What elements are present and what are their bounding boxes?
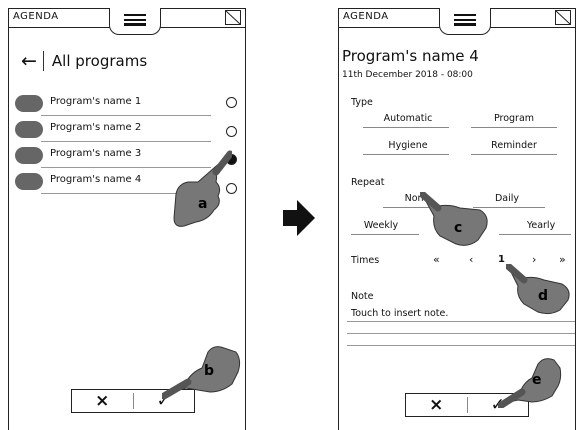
program-label: Program's name 3 <box>50 148 142 159</box>
menu-tab[interactable] <box>439 8 491 35</box>
repeat-option[interactable]: Daily <box>487 193 527 204</box>
program-radio[interactable] <box>226 126 237 137</box>
option-underline <box>351 234 419 235</box>
repeat-option[interactable]: Yearly <box>519 220 563 231</box>
type-option[interactable]: Hygiene <box>379 140 437 151</box>
note-input[interactable]: Touch to insert note. <box>351 308 448 319</box>
header-divider <box>42 51 44 71</box>
hamburger-icon[interactable] <box>454 14 476 26</box>
program-pill-icon <box>15 147 43 164</box>
hamburger-icon[interactable] <box>124 14 146 26</box>
type-option[interactable]: Reminder <box>481 140 547 151</box>
option-underline <box>363 127 449 128</box>
app-title: AGENDA <box>343 11 389 22</box>
pointing-hand-icon: b <box>160 342 242 406</box>
program-pill-icon <box>15 121 43 138</box>
times-value: 1 <box>498 254 505 265</box>
pointing-hand-icon: c <box>418 190 490 252</box>
program-row[interactable]: Program's name 2 <box>15 119 241 142</box>
option-underline <box>471 154 557 155</box>
option-underline <box>471 127 557 128</box>
option-underline <box>499 234 571 235</box>
back-arrow-icon[interactable]: ← <box>21 52 37 71</box>
pointing-hand-icon: a <box>170 148 234 234</box>
app-title: AGENDA <box>13 11 59 22</box>
row-divider <box>41 115 211 116</box>
menu-tab[interactable] <box>109 8 161 35</box>
repeat-option[interactable]: Weekly <box>359 220 403 231</box>
page-corner-icon <box>555 10 571 25</box>
note-line <box>347 321 575 322</box>
program-radio[interactable] <box>226 97 237 108</box>
page-corner-icon <box>225 10 241 25</box>
cancel-button[interactable]: × <box>72 390 133 412</box>
pointing-hand-icon: d <box>504 262 572 320</box>
pointing-hand-icon: e <box>496 356 562 412</box>
program-title: Program's name 4 <box>342 47 479 65</box>
note-line <box>347 333 575 334</box>
callout-c: c <box>454 220 462 236</box>
type-label: Type <box>351 97 373 108</box>
callout-d: d <box>538 288 548 304</box>
note-line <box>347 345 575 346</box>
type-option[interactable]: Automatic <box>379 113 437 124</box>
callout-a: a <box>198 196 207 212</box>
program-label: Program's name 1 <box>50 96 142 107</box>
cancel-button[interactable]: × <box>406 394 467 416</box>
row-divider <box>41 141 211 142</box>
first-page-button[interactable]: « <box>433 253 440 266</box>
page-title: All programs <box>51 52 148 70</box>
program-label: Program's name 4 <box>50 174 142 185</box>
program-row[interactable]: Program's name 1 <box>15 93 241 116</box>
callout-e: e <box>532 372 542 388</box>
header: ← All programs <box>21 51 147 71</box>
note-label: Note <box>351 291 374 302</box>
right-arrow-icon <box>281 198 317 242</box>
type-option[interactable]: Program <box>481 113 547 124</box>
times-label: Times <box>351 255 380 266</box>
program-pill-icon <box>15 173 43 190</box>
option-underline <box>363 154 449 155</box>
program-label: Program's name 2 <box>50 122 142 133</box>
callout-b: b <box>204 363 214 379</box>
program-pill-icon <box>15 95 43 112</box>
program-date: 11th December 2018 - 08:00 <box>342 70 473 80</box>
repeat-label: Repeat <box>351 177 385 188</box>
previous-button[interactable]: ‹ <box>469 253 473 266</box>
